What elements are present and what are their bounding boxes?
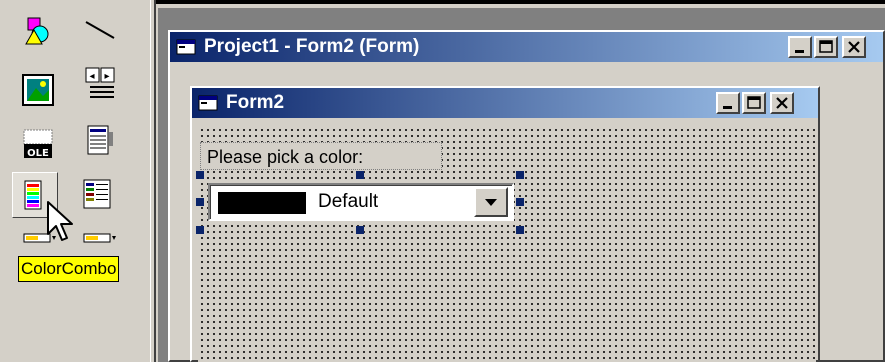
form2-maximize-button[interactable] (742, 92, 766, 114)
outer-window-title: Project1 - Form2 (Form) (204, 36, 420, 57)
minimize-icon (795, 50, 804, 53)
selected-color-name: Default (318, 191, 379, 212)
selection-handle[interactable] (356, 171, 364, 179)
ole-icon[interactable]: OLE (20, 126, 56, 162)
combo-dropdown-button[interactable] (474, 187, 508, 217)
toolbox: ◂ ▸ OLE ColorCombo (0, 0, 150, 362)
form2-titlebar[interactable]: Form2 (192, 88, 818, 118)
tooltip: ColorCombo (18, 256, 120, 282)
selection-handle[interactable] (516, 171, 524, 179)
pick-color-label[interactable]: Please pick a color: (200, 142, 442, 170)
close-button[interactable] (842, 36, 866, 58)
selected-color-swatch (218, 192, 306, 214)
selection-handle[interactable] (196, 171, 204, 179)
maximize-icon (819, 40, 833, 53)
outer-titlebar[interactable]: Project1 - Form2 (Form) (170, 32, 883, 62)
selection-handle[interactable] (516, 226, 524, 234)
selection-handle[interactable] (356, 226, 364, 234)
arrow-down-icon (485, 199, 497, 206)
form-icon (198, 95, 218, 111)
svg-text:▸: ▸ (104, 71, 109, 82)
form2-title: Form2 (226, 92, 285, 113)
svg-text:◂: ◂ (89, 71, 94, 82)
splitter[interactable] (150, 0, 156, 362)
picture-icon[interactable] (20, 72, 56, 108)
form2-close-button[interactable] (770, 92, 794, 114)
selection-handle[interactable] (516, 198, 524, 206)
form2-minimize-button[interactable] (716, 92, 740, 114)
close-icon (848, 41, 860, 53)
listbox-icon[interactable] (82, 122, 118, 158)
maximize-button[interactable] (814, 36, 838, 58)
selection-handle[interactable] (196, 226, 204, 234)
color-list-icon[interactable] (80, 176, 116, 212)
svg-text:OLE: OLE (27, 148, 49, 159)
mouse-pointer-icon (47, 201, 73, 241)
data-control-icon[interactable]: ◂ ▸ (82, 66, 118, 102)
line-icon[interactable] (82, 12, 118, 48)
maximize-icon (747, 96, 761, 109)
close-icon (776, 97, 788, 109)
minimize-button[interactable] (788, 36, 812, 58)
combo-small-icon[interactable] (82, 228, 118, 248)
minimize-icon (723, 106, 732, 109)
selection-handle[interactable] (196, 198, 204, 206)
shapes-icon[interactable] (20, 14, 56, 50)
form-icon (176, 39, 196, 55)
